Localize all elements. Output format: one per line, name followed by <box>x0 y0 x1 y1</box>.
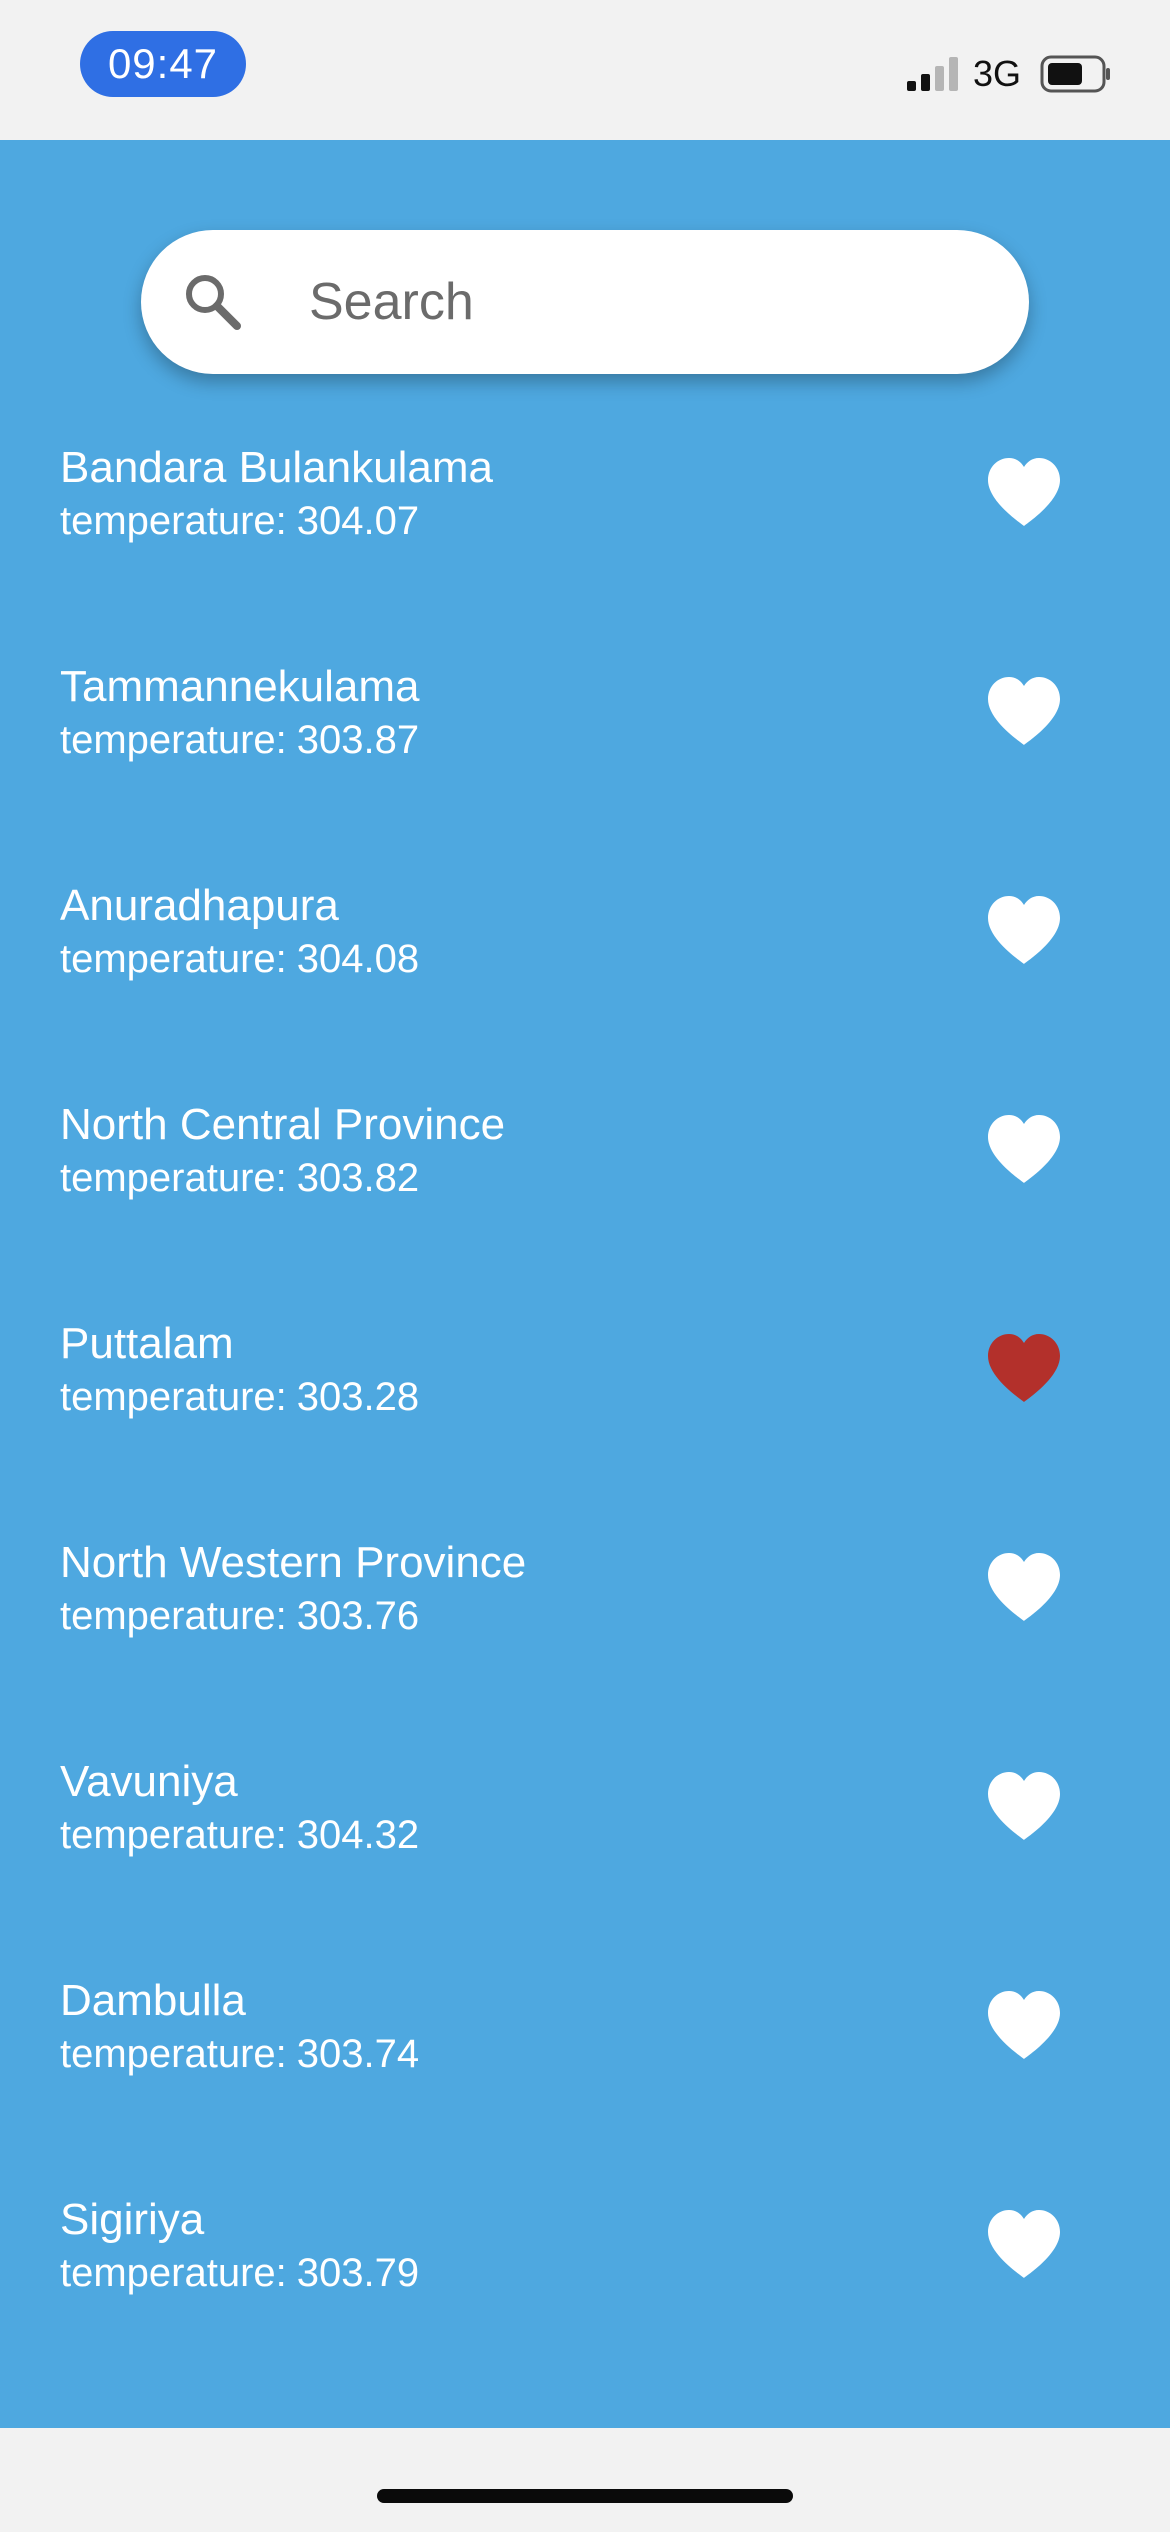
temperature-value: 303.82 <box>296 1156 420 1200</box>
favorite-heart-icon[interactable] <box>984 1770 1064 1842</box>
temperature-value: 304.08 <box>296 937 420 981</box>
list-item[interactable]: North Western Province temperature: 303.76 <box>0 1515 1170 1734</box>
list-item[interactable]: Tammannekulama temperature: 303.87 <box>0 639 1170 858</box>
favorite-heart-icon[interactable] <box>984 675 1064 747</box>
temperature-label: temperature: <box>60 499 287 543</box>
city-list: Bandara Bulankulama temperature: 304.07 Tam… <box>0 420 1170 2391</box>
temperature-line: temperature: 303.76 <box>60 1589 419 1643</box>
temperature-label: temperature: <box>60 1156 287 1200</box>
city-name: Anuradhapura <box>60 881 339 930</box>
temperature-line: temperature: 303.87 <box>60 713 419 767</box>
temperature-line: temperature: 304.08 <box>60 932 419 986</box>
temperature-label: temperature: <box>60 2032 287 2076</box>
search-bar[interactable] <box>141 230 1029 374</box>
temperature-label: temperature: <box>60 2251 287 2295</box>
temperature-value: 304.32 <box>296 1813 420 1857</box>
status-time[interactable]: 09:47 <box>80 31 246 97</box>
search-icon <box>186 275 241 330</box>
city-name: North Western Province <box>60 1538 527 1587</box>
temperature-value: 303.74 <box>296 2032 420 2076</box>
city-name: Dambulla <box>60 1976 246 2025</box>
search-input[interactable] <box>309 254 969 350</box>
temperature-line: temperature: 303.79 <box>60 2246 419 2300</box>
temperature-label: temperature: <box>60 718 287 762</box>
temperature-line: temperature: 303.74 <box>60 2027 419 2081</box>
list-item[interactable]: Anuradhapura temperature: 304.08 <box>0 858 1170 1077</box>
list-item[interactable]: Puttalam temperature: 303.28 <box>0 1296 1170 1515</box>
temperature-value: 303.79 <box>296 2251 420 2295</box>
city-name: Vavuniya <box>60 1757 238 1806</box>
cellular-signal-icon <box>907 57 958 91</box>
favorite-heart-icon-active[interactable] <box>984 1332 1064 1404</box>
city-name: North Central Province <box>60 1100 506 1149</box>
list-item[interactable]: Bandara Bulankulama temperature: 304.07 <box>0 420 1170 639</box>
city-name: Sigiriya <box>60 2195 205 2244</box>
temperature-label: temperature: <box>60 1375 287 1419</box>
list-item[interactable]: Sigiriya temperature: 303.79 <box>0 2172 1170 2391</box>
city-name: Tammannekulama <box>60 662 420 711</box>
temperature-value: 303.87 <box>296 718 420 762</box>
temperature-value: 303.28 <box>296 1375 420 1419</box>
temperature-line: temperature: 304.07 <box>60 494 419 548</box>
temperature-value: 304.07 <box>296 499 420 543</box>
temperature-line: temperature: 303.28 <box>60 1370 419 1424</box>
status-bar: 09:47 3G <box>0 0 1170 140</box>
temperature-line: temperature: 303.82 <box>60 1151 419 1205</box>
temperature-line: temperature: 304.32 <box>60 1808 419 1862</box>
temperature-value: 303.76 <box>296 1594 420 1638</box>
city-name: Bandara Bulankulama <box>60 443 493 492</box>
favorite-heart-icon[interactable] <box>984 456 1064 528</box>
battery-icon <box>1040 55 1110 93</box>
temperature-label: temperature: <box>60 1594 287 1638</box>
list-item[interactable]: North Central Province temperature: 303.82 <box>0 1077 1170 1296</box>
favorite-heart-icon[interactable] <box>984 2208 1064 2280</box>
favorite-heart-icon[interactable] <box>984 1113 1064 1185</box>
home-indicator[interactable] <box>377 2489 793 2503</box>
city-name: Puttalam <box>60 1319 234 1368</box>
temperature-label: temperature: <box>60 937 287 981</box>
favorite-heart-icon[interactable] <box>984 1551 1064 1623</box>
list-item[interactable]: Vavuniya temperature: 304.32 <box>0 1734 1170 1953</box>
temperature-label: temperature: <box>60 1813 287 1857</box>
main-content: Bandara Bulankulamatemperature:304.07Tam… <box>0 140 1170 2428</box>
network-type: 3G <box>973 53 1022 94</box>
list-item[interactable]: Dambulla temperature: 303.74 <box>0 1953 1170 2172</box>
favorite-heart-icon[interactable] <box>984 1989 1064 2061</box>
favorite-heart-icon[interactable] <box>984 894 1064 966</box>
